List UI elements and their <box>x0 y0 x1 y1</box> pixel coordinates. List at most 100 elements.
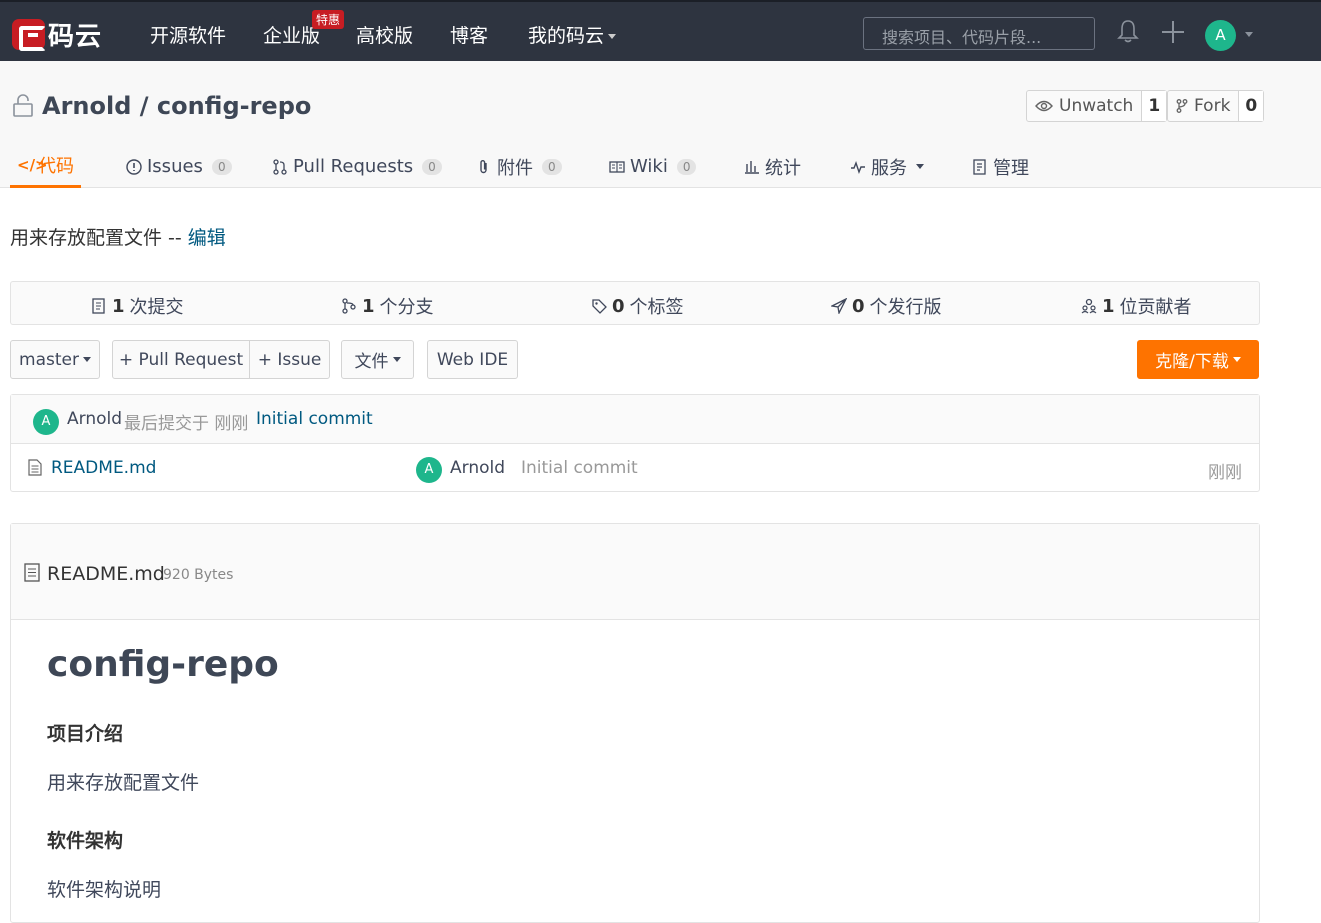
tab-services-label: 服务 <box>871 157 907 179</box>
unwatch-count[interactable]: 1 <box>1141 91 1167 121</box>
tab-manage-label: 管理 <box>993 157 1029 179</box>
readme-title: config-repo <box>47 644 279 685</box>
branch-select[interactable]: master <box>10 340 100 379</box>
tab-manage[interactable]: 管理 <box>972 145 1029 188</box>
stats-icon <box>745 160 759 174</box>
last-commit-author[interactable]: Arnold <box>67 409 122 429</box>
readme-header: README.md 920 Bytes <box>11 524 1259 620</box>
file-commit-message[interactable]: Initial commit <box>521 458 638 478</box>
new-issue-button[interactable]: + Issue <box>249 340 330 379</box>
readme-filesize: 920 Bytes <box>163 567 234 583</box>
readme-section-title: 项目介绍 <box>47 723 124 745</box>
tab-wiki-count: 0 <box>676 158 697 175</box>
last-commit-time: 最后提交于 刚刚 <box>124 414 249 434</box>
tab-attachments-count: 0 <box>542 158 562 175</box>
service-icon <box>851 160 865 174</box>
chevron-down-icon <box>392 357 401 362</box>
tab-pull-requests[interactable]: Pull Requests 0 <box>272 145 442 188</box>
stat-tags-label: 个标签 <box>629 297 684 318</box>
nav-my-gitee[interactable]: 我的码云 <box>528 21 617 48</box>
nav-blog[interactable]: 博客 <box>450 21 488 48</box>
wiki-icon <box>609 160 625 173</box>
tab-stats-label: 统计 <box>765 157 801 179</box>
repo-tabs: </> 代码 Issues 0 Pull Requests 0 附件 0 Wik… <box>0 145 1321 188</box>
readme-section-text: 用来存放配置文件 <box>47 772 200 794</box>
chevron-down-icon <box>82 357 91 362</box>
stat-tags-count: 0 <box>612 295 625 317</box>
promo-badge: 特惠 <box>312 10 345 29</box>
file-menu-label: 文件 <box>354 352 389 372</box>
last-commit-bar: A Arnold 最后提交于 刚刚 Initial commit <box>11 395 1259 444</box>
tab-attachments[interactable]: 附件 0 <box>476 145 562 188</box>
manage-icon <box>973 158 986 175</box>
branch-select-label: master <box>19 349 79 370</box>
nav-university[interactable]: 高校版 <box>356 21 413 48</box>
repo-title[interactable]: Arnold / config-repo <box>42 92 311 120</box>
stat-contributors[interactable]: 1 位贡献者 <box>1081 293 1192 319</box>
attachment-icon <box>480 159 487 173</box>
logo-g-icon <box>12 19 46 51</box>
unwatch-label: Unwatch <box>1059 96 1134 116</box>
table-row: README.md A Arnold Initial commit 刚刚 <box>11 444 1259 492</box>
unwatch-button[interactable]: Unwatch 1 <box>1026 90 1168 122</box>
tab-code-label: 代码 <box>38 156 74 177</box>
top-navbar: 码云 开源软件 企业版 特惠 高校版 博客 我的码云 搜索项目、代码片段... … <box>0 0 1321 61</box>
clone-download-button[interactable]: 克隆/下载 <box>1137 340 1259 379</box>
create-plus-icon[interactable] <box>1162 21 1184 43</box>
search-input[interactable]: 搜索项目、代码片段... <box>863 17 1095 50</box>
eye-icon <box>1035 100 1053 112</box>
tab-services[interactable]: 服务 <box>850 145 924 188</box>
nav-open-source[interactable]: 开源软件 <box>150 21 226 48</box>
readme-panel: README.md 920 Bytes config-repo 项目介绍 用来存… <box>10 523 1260 923</box>
user-avatar[interactable]: A <box>1205 20 1236 51</box>
fork-count[interactable]: 0 <box>1238 91 1264 121</box>
tab-code[interactable]: </> 代码 <box>10 145 81 188</box>
stat-branches[interactable]: 1 个分支 <box>341 293 434 319</box>
gitee-logo[interactable]: 码云 <box>12 16 102 53</box>
readme-section-text: 软件架构说明 <box>47 879 162 901</box>
stat-commits[interactable]: 1 次提交 <box>91 293 184 319</box>
fork-icon <box>1176 99 1188 113</box>
tab-stats[interactable]: 统计 <box>744 145 801 188</box>
stat-commits-count: 1 <box>112 295 125 317</box>
notification-bell-icon[interactable] <box>1117 19 1139 43</box>
stat-contributors-count: 1 <box>1102 295 1115 317</box>
repo-header: Arnold / config-repo Unwatch 1 Fork 0 </… <box>0 61 1321 188</box>
fork-button[interactable]: Fork 0 <box>1167 90 1265 122</box>
stat-commits-label: 次提交 <box>129 297 184 318</box>
contributors-icon <box>1081 298 1097 314</box>
stat-tags[interactable]: 0 个标签 <box>591 293 684 319</box>
repo-description-text: 用来存放配置文件 -- <box>10 227 188 249</box>
nav-my-gitee-label: 我的码云 <box>528 25 605 47</box>
readme-filename: README.md <box>47 563 165 585</box>
new-pull-request-button[interactable]: + Pull Request <box>112 340 250 379</box>
edit-description-link[interactable]: 编辑 <box>188 227 226 249</box>
file-commit-author[interactable]: Arnold <box>450 458 505 478</box>
tab-pull-requests-count: 0 <box>422 158 442 175</box>
fork-label: Fork <box>1194 96 1231 116</box>
tab-issues[interactable]: Issues 0 <box>126 145 232 188</box>
stat-contributors-label: 位贡献者 <box>1119 297 1192 318</box>
clone-download-label: 克隆/下载 <box>1155 352 1229 372</box>
avatar[interactable]: A <box>33 409 59 435</box>
tab-wiki[interactable]: Wiki 0 <box>609 145 697 188</box>
tab-issues-count: 0 <box>211 158 232 175</box>
release-icon <box>831 298 847 314</box>
stat-releases[interactable]: 0 个发行版 <box>831 293 942 319</box>
file-name-link[interactable]: README.md <box>51 458 156 478</box>
repo-stats-bar: 1 次提交 1 个分支 0 个标签 0 个发行版 1 位贡献者 <box>10 281 1260 325</box>
logo-text: 码云 <box>48 22 103 52</box>
code-icon: </> <box>17 156 48 174</box>
tag-icon <box>592 299 607 314</box>
stat-releases-label: 个发行版 <box>869 297 942 318</box>
file-menu-button[interactable]: 文件 <box>341 340 414 379</box>
stat-branches-count: 1 <box>362 295 375 317</box>
last-commit-message[interactable]: Initial commit <box>256 409 373 429</box>
readme-section-title: 软件架构 <box>47 830 124 852</box>
repo-description: 用来存放配置文件 -- 编辑 <box>10 223 226 250</box>
chevron-down-icon[interactable] <box>1245 32 1253 37</box>
file-icon <box>24 563 40 582</box>
web-ide-button[interactable]: Web IDE <box>427 340 518 379</box>
avatar[interactable]: A <box>416 457 442 483</box>
file-icon <box>28 459 42 476</box>
